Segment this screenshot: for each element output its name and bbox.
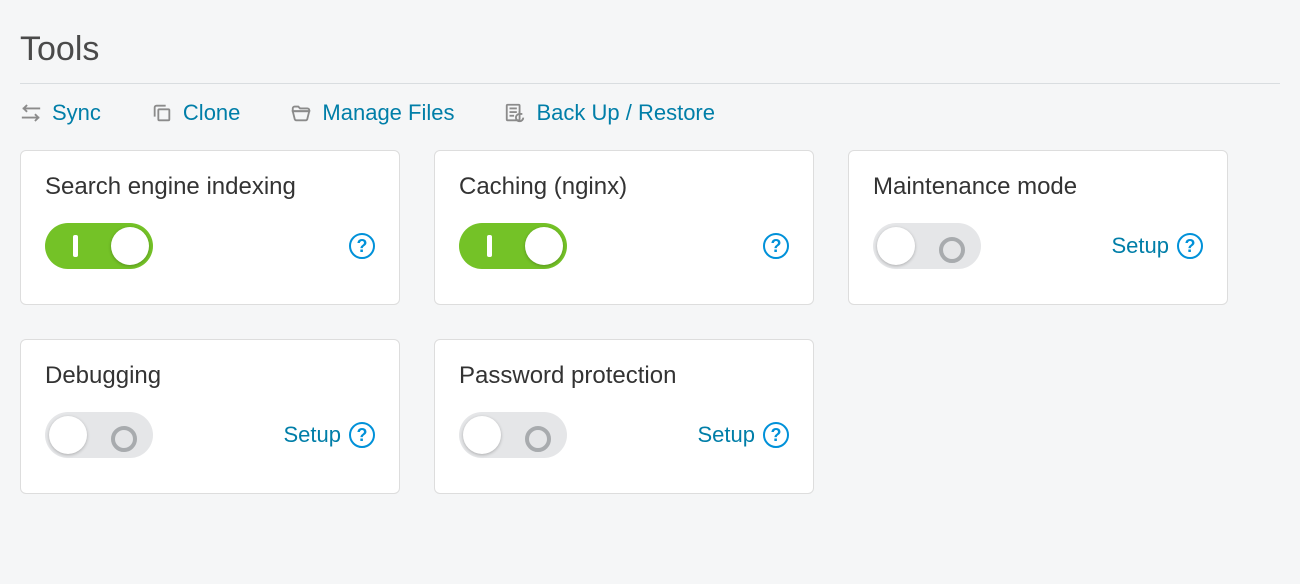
help-icon[interactable]: ? xyxy=(349,233,375,259)
toggle-knob xyxy=(877,227,915,265)
manage-files-link[interactable]: Manage Files xyxy=(290,100,454,126)
toolbar: Sync Clone Manage Files Back Up xyxy=(20,94,1280,150)
help-icon[interactable]: ? xyxy=(763,422,789,448)
toggle-knob xyxy=(463,416,501,454)
clone-label: Clone xyxy=(183,100,240,126)
toggle-password-protection[interactable] xyxy=(459,412,567,458)
backup-restore-label: Back Up / Restore xyxy=(536,100,715,126)
backup-restore-link[interactable]: Back Up / Restore xyxy=(504,100,715,126)
toggle-debugging[interactable] xyxy=(45,412,153,458)
card-title: Maintenance mode xyxy=(873,173,1203,201)
folder-open-icon xyxy=(290,102,312,124)
card-password-protection: Password protection Setup? xyxy=(434,339,814,494)
card-row: Setup? xyxy=(873,223,1203,269)
card-actions: Setup? xyxy=(1112,233,1204,259)
setup-link[interactable]: Setup xyxy=(1112,233,1170,259)
card-actions: ? xyxy=(763,233,789,259)
toggle-maintenance-mode[interactable] xyxy=(873,223,981,269)
page-title: Tools xyxy=(20,30,1280,69)
card-row: Setup? xyxy=(459,412,789,458)
card-row: ? xyxy=(459,223,789,269)
toggle-knob xyxy=(111,227,149,265)
clone-link[interactable]: Clone xyxy=(151,100,240,126)
divider xyxy=(20,83,1280,84)
card-actions: Setup? xyxy=(698,422,790,448)
card-title: Debugging xyxy=(45,362,375,390)
card-search-indexing: Search engine indexing? xyxy=(20,150,400,305)
toggle-caching[interactable] xyxy=(459,223,567,269)
help-icon[interactable]: ? xyxy=(763,233,789,259)
toggle-knob xyxy=(49,416,87,454)
sync-icon xyxy=(20,102,42,124)
card-row: Setup? xyxy=(45,412,375,458)
card-actions: ? xyxy=(349,233,375,259)
toggle-knob xyxy=(525,227,563,265)
card-title: Password protection xyxy=(459,362,789,390)
card-title: Caching (nginx) xyxy=(459,173,789,201)
sync-link[interactable]: Sync xyxy=(20,100,101,126)
setup-link[interactable]: Setup xyxy=(284,422,342,448)
help-icon[interactable]: ? xyxy=(1177,233,1203,259)
manage-files-label: Manage Files xyxy=(322,100,454,126)
card-debugging: Debugging Setup? xyxy=(20,339,400,494)
card-actions: Setup? xyxy=(284,422,376,448)
backup-restore-icon xyxy=(504,102,526,124)
card-row: ? xyxy=(45,223,375,269)
card-title: Search engine indexing xyxy=(45,173,375,201)
card-caching: Caching (nginx)? xyxy=(434,150,814,305)
clone-icon xyxy=(151,102,173,124)
cards-grid: Search engine indexing?Caching (nginx)?M… xyxy=(20,150,1280,494)
sync-label: Sync xyxy=(52,100,101,126)
setup-link[interactable]: Setup xyxy=(698,422,756,448)
card-maintenance-mode: Maintenance mode Setup? xyxy=(848,150,1228,305)
toggle-search-indexing[interactable] xyxy=(45,223,153,269)
help-icon[interactable]: ? xyxy=(349,422,375,448)
